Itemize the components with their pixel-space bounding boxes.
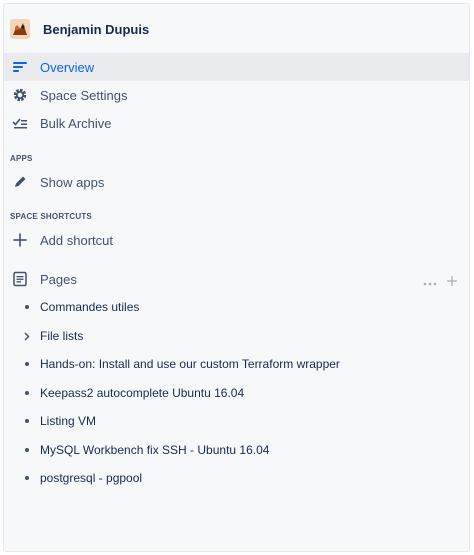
page-title: Hands-on: Install and use our custom Ter… bbox=[40, 357, 340, 371]
space-header[interactable]: Benjamin Dupuis bbox=[10, 16, 149, 42]
page-tree-item[interactable]: MySQL Workbench fix SSH - Ubuntu 16.04 bbox=[4, 438, 469, 462]
section-title-apps: APPS bbox=[10, 154, 33, 163]
nav-item-show-apps[interactable]: Show apps bbox=[4, 168, 469, 196]
nav-item-space-settings[interactable]: Space Settings bbox=[4, 81, 469, 109]
page-title: postgresql - pgpool bbox=[40, 471, 143, 485]
space-sidebar: Benjamin Dupuis Overview Space Settings bbox=[3, 3, 470, 552]
nav-item-bulk-archive[interactable]: Bulk Archive bbox=[4, 109, 469, 137]
page-tree-item[interactable]: Keepass2 autocomplete Ubuntu 16.04 bbox=[4, 381, 469, 405]
page-tree-item[interactable]: File lists bbox=[4, 324, 469, 348]
page-title: MySQL Workbench fix SSH - Ubuntu 16.04 bbox=[40, 443, 270, 457]
nav-label-space-settings: Space Settings bbox=[40, 87, 128, 103]
page-tree-item[interactable]: postgresql - pgpool bbox=[4, 466, 469, 490]
nav-label-add-shortcut: Add shortcut bbox=[40, 232, 113, 248]
chevron-right-icon[interactable] bbox=[23, 331, 31, 341]
gear-icon bbox=[10, 85, 30, 105]
more-actions-icon[interactable] bbox=[423, 273, 437, 291]
bullet-icon bbox=[25, 362, 29, 366]
add-shortcut-button[interactable]: Add shortcut bbox=[4, 226, 469, 254]
page-tree-item[interactable]: Listing VM bbox=[4, 409, 469, 433]
page-title: Listing VM bbox=[40, 414, 97, 428]
pages-actions bbox=[423, 273, 457, 291]
page-tree-item[interactable]: Hands-on: Install and use our custom Ter… bbox=[4, 352, 469, 376]
space-name[interactable]: Benjamin Dupuis bbox=[43, 22, 149, 37]
nav-label-pages: Pages bbox=[40, 271, 77, 287]
bullet-icon bbox=[25, 476, 29, 480]
plus-icon bbox=[10, 230, 30, 250]
nav-item-overview[interactable]: Overview bbox=[4, 53, 469, 81]
bullet-icon bbox=[25, 305, 29, 309]
bullet-icon bbox=[25, 419, 29, 423]
page-title: Keepass2 autocomplete Ubuntu 16.04 bbox=[40, 386, 245, 400]
page-title: Commandes utiles bbox=[40, 300, 140, 314]
nav-item-pages[interactable]: Pages bbox=[4, 265, 404, 293]
bulk-archive-icon bbox=[10, 113, 30, 133]
pencil-icon bbox=[10, 172, 30, 192]
section-title-shortcuts: SPACE SHORTCUTS bbox=[10, 212, 92, 221]
nav-label-show-apps: Show apps bbox=[40, 174, 105, 190]
avatar bbox=[10, 19, 30, 39]
page-tree-item[interactable]: Commandes utiles bbox=[4, 295, 469, 319]
nav-label-overview: Overview bbox=[40, 59, 95, 75]
page-title: File lists bbox=[40, 329, 84, 343]
pages-icon bbox=[10, 269, 30, 289]
bullet-icon bbox=[25, 391, 29, 395]
create-page-icon[interactable] bbox=[447, 273, 457, 291]
overview-icon bbox=[10, 57, 30, 77]
bullet-icon bbox=[25, 448, 29, 452]
nav-label-bulk-archive: Bulk Archive bbox=[40, 115, 112, 131]
